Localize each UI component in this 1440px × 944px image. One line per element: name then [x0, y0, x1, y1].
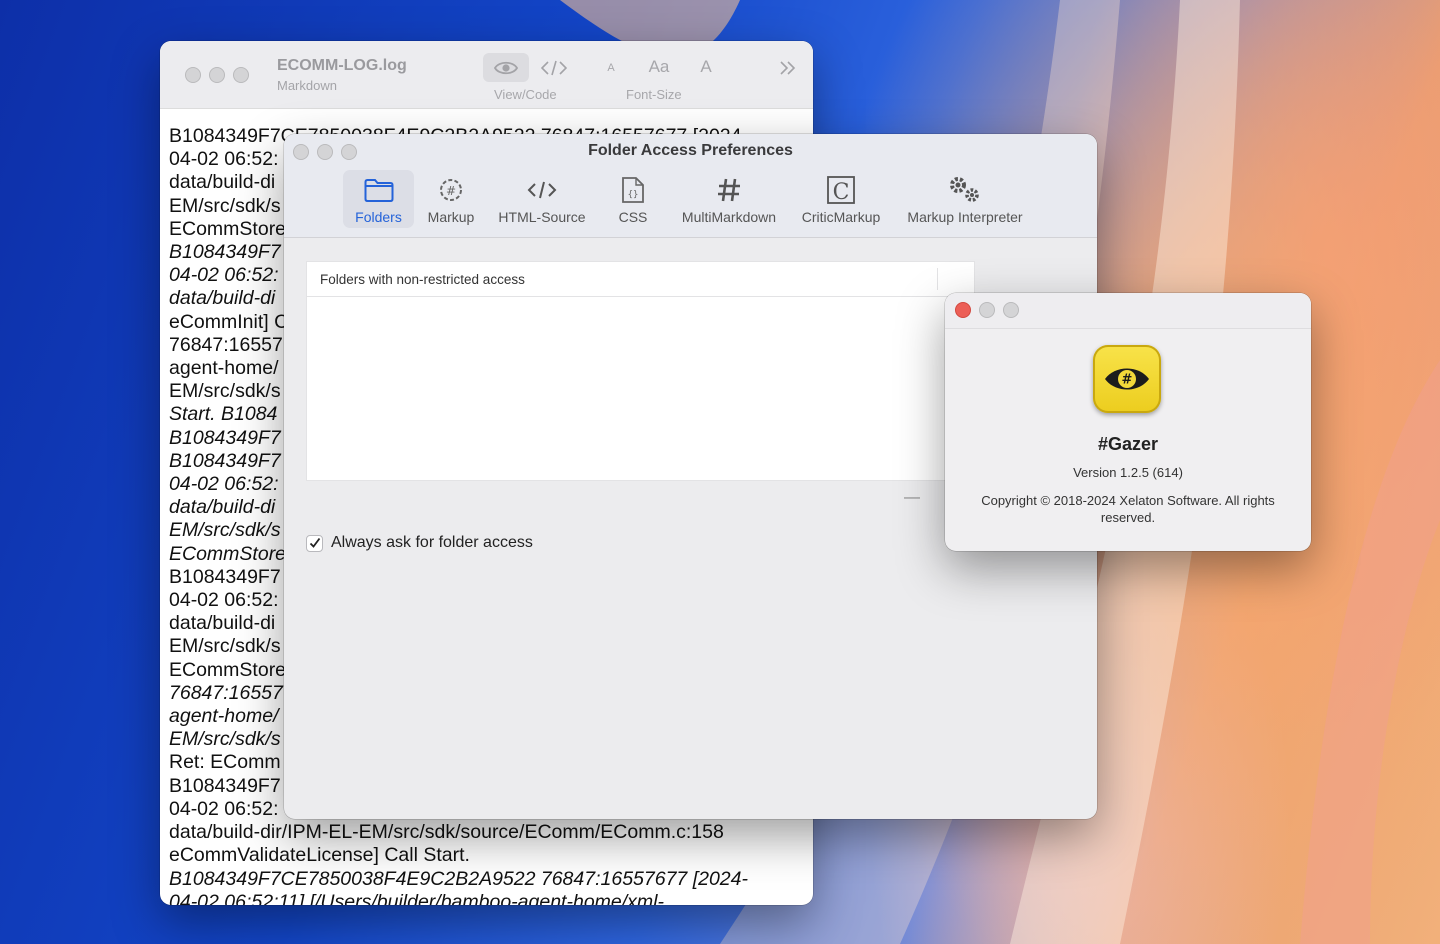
close-button[interactable]: [955, 302, 971, 318]
tab-criticmarkup[interactable]: C CriticMarkup: [794, 170, 888, 228]
app-name: #Gazer: [1097, 434, 1159, 454]
font-default-button[interactable]: Aa: [644, 55, 674, 79]
css-file-icon: {}: [620, 174, 646, 206]
svg-text:{}: {}: [628, 190, 639, 200]
about-gazer-window: # #Gazer Version 1.2.5 (614) Copyright ©…: [945, 293, 1311, 551]
app-copyright: Copyright © 2018-2024 Xelaton Software. …: [981, 493, 1275, 525]
preferences-title: Folder Access Preferences: [588, 142, 793, 159]
font-smaller-button[interactable]: A: [601, 59, 621, 77]
log-line: 04-02 06:52:11] [/Users/builder/bamboo-a…: [169, 890, 664, 905]
zoom-button[interactable]: [233, 67, 249, 83]
log-window-traffic-lights: [185, 67, 249, 83]
zoom-button[interactable]: [1003, 302, 1019, 318]
folder-icon: [364, 174, 394, 206]
svg-text:C: C: [833, 180, 850, 205]
tab-markup-interpreter[interactable]: Markup Interpreter: [898, 170, 1032, 228]
view-code-label: View/Code: [494, 87, 557, 102]
markup-gear-icon: #: [437, 174, 465, 206]
critic-c-icon: C: [826, 174, 856, 206]
gears-icon: [947, 174, 983, 206]
remove-folder-button[interactable]: —: [904, 489, 920, 507]
about-traffic-lights: [955, 302, 1019, 318]
folders-table[interactable]: Folders with non-restricted access: [306, 261, 975, 481]
tab-multimarkdown[interactable]: MultiMarkdown: [673, 170, 785, 228]
tab-folders[interactable]: Folders: [343, 170, 414, 228]
hash-icon: [715, 174, 743, 206]
toolbar-overflow-button[interactable]: [775, 57, 801, 79]
log-line: data/build-dir/IPM-EL-EM/src/sdk/source/…: [169, 821, 724, 844]
app-version: Version 1.2.5 (614): [1073, 465, 1183, 480]
about-window-titlebar: [945, 293, 1311, 329]
preferences-toolbar: Folder Access Preferences Folders # Mark…: [284, 134, 1097, 238]
checkmark-icon: [309, 537, 320, 548]
code-icon: [541, 60, 567, 75]
always-ask-checkbox[interactable]: [306, 534, 323, 552]
always-ask-checkbox-row[interactable]: Always ask for folder access: [306, 534, 533, 552]
close-button[interactable]: [185, 67, 201, 83]
font-larger-button[interactable]: A: [696, 55, 716, 79]
code-icon: [527, 174, 557, 206]
gazer-eye-icon: #: [1093, 345, 1161, 413]
view-preview-button[interactable]: [483, 53, 529, 82]
document-title: ECOMM-LOG.log: [277, 57, 407, 74]
eye-icon: [494, 61, 518, 74]
font-size-label: Font-Size: [626, 87, 682, 102]
svg-text:#: #: [446, 184, 456, 198]
chevrons-right-icon: [780, 61, 796, 75]
tab-css[interactable]: {} CSS: [608, 170, 658, 228]
minimize-button[interactable]: [979, 302, 995, 318]
log-line: eCommValidateLicense] Call Start.: [169, 844, 470, 867]
folders-table-header[interactable]: Folders with non-restricted access: [307, 262, 974, 297]
document-format: Markdown: [277, 78, 337, 93]
view-code-button[interactable]: [536, 53, 572, 82]
log-window-titlebar: ECOMM-LOG.log Markdown View/Code A Aa A …: [160, 41, 813, 109]
column-divider: [937, 268, 938, 290]
log-line: B1084349F7CE7850038F4E9C2B2A9522 76847:1…: [169, 867, 748, 890]
tab-html-source[interactable]: HTML-Source: [489, 170, 595, 228]
minimize-button[interactable]: [209, 67, 225, 83]
tab-markup[interactable]: # Markup: [420, 170, 482, 228]
always-ask-label: Always ask for folder access: [331, 534, 533, 551]
svg-text:#: #: [1122, 373, 1133, 388]
